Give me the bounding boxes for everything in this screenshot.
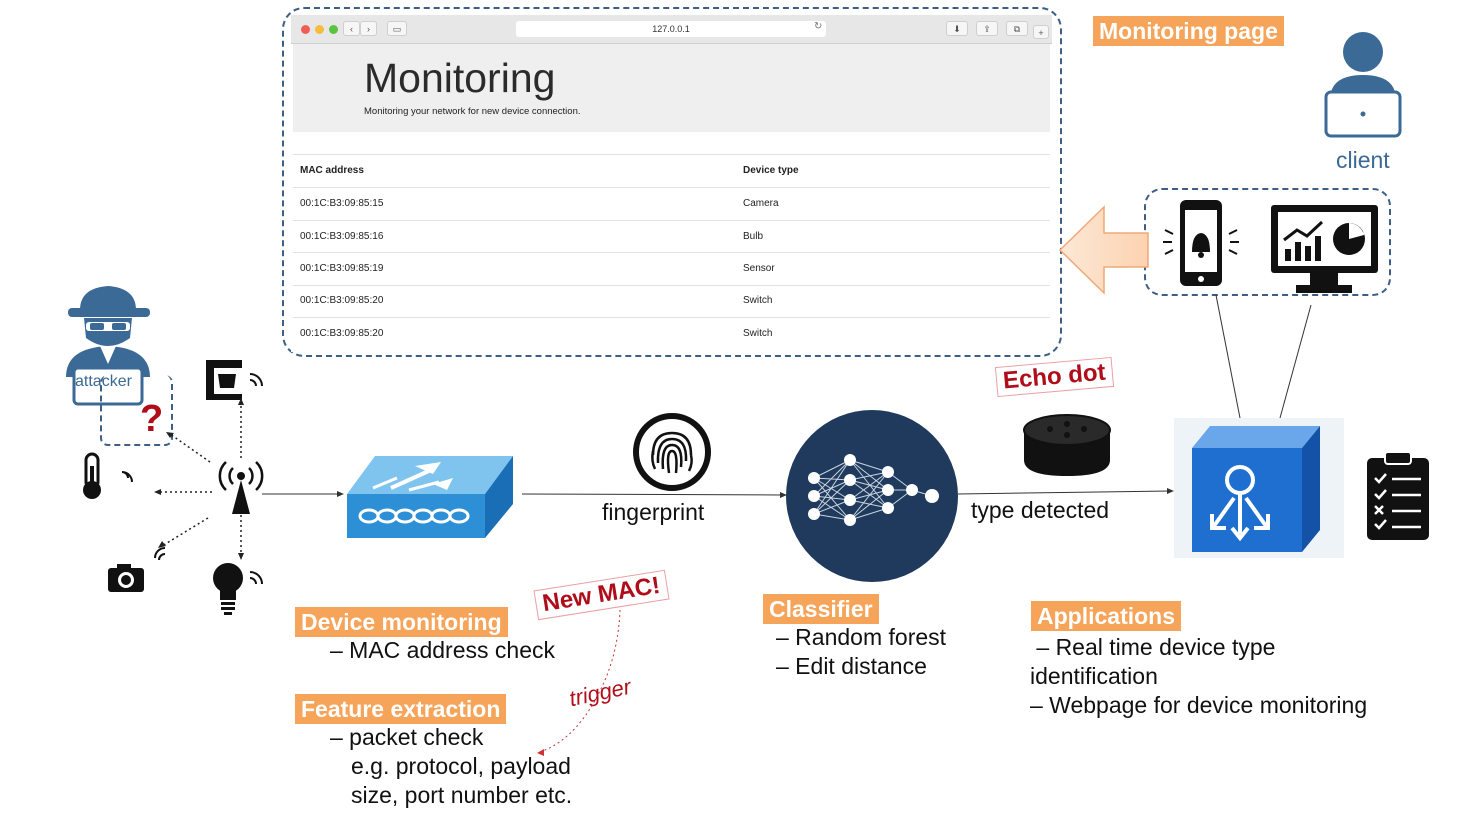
feature-extraction-label: Feature extraction xyxy=(295,694,507,724)
applications-item: – Webpage for device monitoring xyxy=(1030,692,1368,718)
antenna-icon xyxy=(218,461,264,514)
feature-extraction-item: e.g. protocol, payload xyxy=(351,753,571,779)
type-detected-label: type detected xyxy=(971,497,1110,523)
feature-extraction-item: size, port number etc. xyxy=(351,782,573,808)
device-monitoring-label: Device monitoring xyxy=(295,607,508,637)
applications-item: identification xyxy=(1030,663,1158,689)
feature-extraction-item: – packet check xyxy=(330,724,484,750)
classifier-item: – Edit distance xyxy=(776,653,927,679)
classifier-label: Classifier xyxy=(763,594,879,624)
device-monitoring-item: – MAC address check xyxy=(330,637,555,663)
clipboard-icon xyxy=(1367,451,1429,540)
neural-network-icon xyxy=(786,410,958,582)
echo-dot-icon xyxy=(1023,414,1111,476)
classifier-item: – Random forest xyxy=(776,624,947,650)
fingerprint-icon xyxy=(633,413,711,491)
fingerprint-label: fingerprint xyxy=(602,499,705,525)
router-icon xyxy=(347,456,513,538)
app-cube-icon xyxy=(1174,418,1344,558)
applications-label: Applications xyxy=(1031,601,1182,631)
applications-item: – Real time device type xyxy=(1030,634,1276,660)
